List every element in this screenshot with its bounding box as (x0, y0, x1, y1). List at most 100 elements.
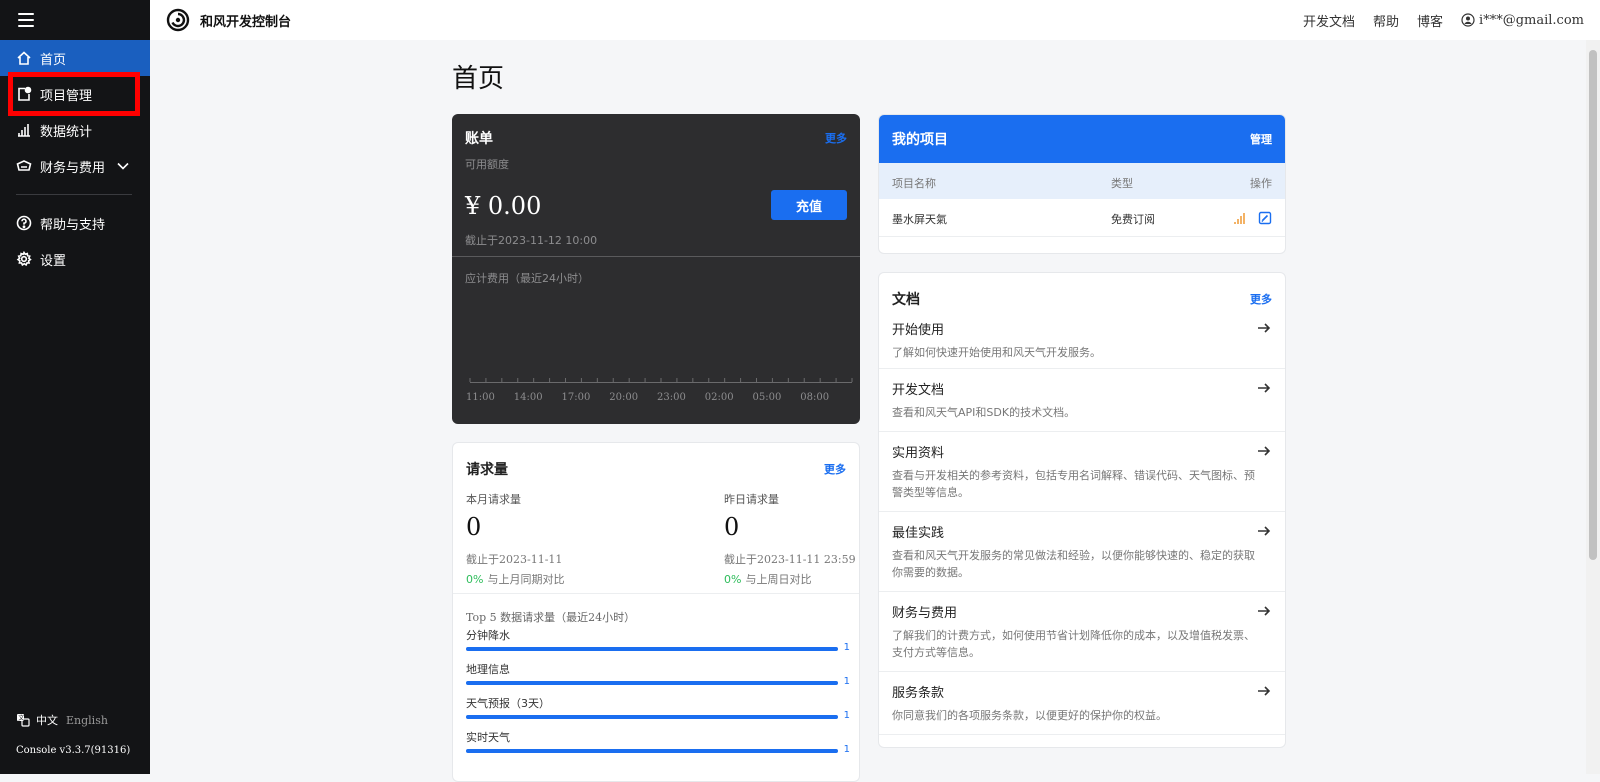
brand-name: 和风开发控制台 (200, 14, 292, 30)
home-icon (16, 50, 32, 66)
top5-bar-fill (466, 749, 838, 753)
col-project-name: 项目名称 (892, 177, 936, 190)
yday-requests-value: 0 (724, 513, 740, 541)
topbar: 和风开发控制台 开发文档 帮助 博客 i***@gmail.com (150, 0, 1600, 40)
top5-bar-fill (466, 715, 838, 719)
chart-icon (16, 122, 32, 138)
doc-desc: 了解我们的计费方式，如何使用节省计划降低你的成本，以及增值税发票、支付方式等信息… (892, 629, 1255, 659)
console-version: Console v3.3.7(91316) (16, 745, 131, 756)
requests-more-link[interactable]: 更多 (824, 461, 846, 477)
arrow-right-icon (1257, 604, 1271, 618)
doc-item-finance[interactable]: 财务与费用 了解我们的计费方式，如何使用节省计划降低你的成本，以及增值税发票、支… (879, 592, 1285, 672)
month-requests-as-of: 截止于2023-11-11 (466, 553, 563, 566)
top5-bar-track (466, 681, 838, 685)
col-action: 操作 (1250, 177, 1272, 190)
fee-chart-time-label: 23:00 (657, 392, 686, 403)
edit-icon[interactable] (1258, 211, 1272, 225)
project-name: 墨水屏天氣 (892, 213, 947, 226)
top5-row: 地理信息 1 (466, 661, 850, 687)
arrow-right-icon (1257, 684, 1271, 698)
docs-card: 文档 更多 开始使用 了解如何快速开始使用和风天气开发服务。 开发文档 查看和风… (878, 272, 1286, 748)
yday-pct: 0% (724, 573, 742, 586)
doc-desc: 查看和风天气开发服务的常见做法和经验，以便你能够快速的、稳定的获取你需要的数据。 (892, 549, 1255, 579)
page-title: 首页 (452, 64, 505, 94)
requests-divider (453, 593, 859, 594)
fee-chart-ticks (469, 378, 853, 382)
sidebar-item-finance[interactable]: 财务与费用 (0, 148, 150, 184)
sidebar-item-label: 财务与费用 (40, 160, 106, 176)
sidebar-divider (16, 194, 132, 195)
top5-name: 地理信息 (466, 663, 510, 676)
brand[interactable]: 和风开发控制台 (166, 8, 291, 32)
projects-manage-link[interactable]: 管理 (1250, 131, 1272, 147)
top-link-help[interactable]: 帮助 (1373, 11, 1399, 30)
top5-name: 分钟降水 (466, 629, 510, 642)
user-avatar-icon (1461, 13, 1475, 27)
sidebar-item-projects[interactable]: 项目管理 (0, 76, 150, 112)
arrow-right-icon (1257, 524, 1271, 538)
top-links: 开发文档 帮助 博客 i***@gmail.com (1303, 0, 1584, 40)
month-requests-compare: 0% 与上月同期对比 (466, 571, 564, 587)
doc-desc: 查看与开发相关的参考资料，包括专用名词解释、错误代码、天气图标、预警类型等信息。 (892, 469, 1255, 499)
top5-bar-track (466, 749, 838, 753)
arrow-right-icon (1257, 321, 1271, 335)
doc-item-best-practices[interactable]: 最佳实践 查看和风天气开发服务的常见做法和经验，以便你能够快速的、稳定的获取你需… (879, 512, 1285, 592)
bill-card: 账单 更多 可用额度 ¥ 0.00 充值 截止于2023-11-12 10:00… (452, 114, 860, 424)
top5-name: 实时天气 (466, 731, 510, 744)
docs-card-header: 文档 更多 (879, 273, 1285, 309)
fee-chart-time-label: 08:00 (800, 392, 830, 403)
project-icon (16, 86, 32, 102)
sidebar-item-home[interactable]: 首页 (0, 40, 150, 76)
doc-item-terms[interactable]: 服务条款 你同意我们的各项服务条款，以便更好的保护你的权益。 (879, 672, 1285, 735)
lang-en-option[interactable]: English (66, 714, 108, 727)
yday-requests-label: 昨日请求量 (724, 493, 779, 506)
top5-value: 1 (843, 642, 850, 653)
yday-requests-compare: 0% 与上周日对比 (724, 571, 811, 587)
top5-row: 天气预报（3天） 1 (466, 695, 850, 721)
menu-toggle-icon[interactable] (18, 13, 34, 27)
sidebar-header (0, 0, 150, 40)
sidebar-item-settings[interactable]: 设置 (0, 241, 150, 277)
doc-desc: 你同意我们的各项服务条款，以便更好的保护你的权益。 (892, 709, 1167, 722)
table-row[interactable]: 墨水屏天氣 免费订阅 (879, 199, 1285, 237)
sidebar-item-help[interactable]: 帮助与支持 (0, 205, 150, 241)
top5-name: 天气预报（3天） (466, 697, 550, 710)
fee-chart-time-label: 17:00 (561, 392, 591, 403)
sidebar-item-label: 数据统计 (40, 124, 93, 140)
doc-item-getting-started[interactable]: 开始使用 了解如何快速开始使用和风天气开发服务。 (879, 309, 1285, 369)
fee-chart-time-label: 14:00 (513, 392, 543, 403)
user-email: i***@gmail.com (1479, 12, 1584, 28)
sidebar-item-label: 帮助与支持 (40, 217, 106, 233)
doc-title: 实用资料 (892, 446, 945, 461)
chevron-down-icon (116, 159, 130, 173)
doc-item-resources[interactable]: 实用资料 查看与开发相关的参考资料，包括专用名词解释、错误代码、天气图标、预警类… (879, 432, 1285, 512)
docs-more-link[interactable]: 更多 (1250, 291, 1272, 307)
fee-chart-time-label: 02:00 (704, 392, 734, 403)
yday-cmp-text: 与上周日对比 (745, 573, 812, 586)
top5-bar-track (466, 715, 838, 719)
projects-title: 我的项目 (892, 132, 948, 148)
lang-zh-option[interactable]: 中文 (36, 712, 58, 728)
language-switcher[interactable]: 文 中文 English (16, 712, 108, 728)
doc-desc: 查看和风天气API和SDK的技术文档。 (892, 406, 1076, 419)
sidebar-item-statistics[interactable]: 数据统计 (0, 112, 150, 148)
top5-row: 实时天气 1 (466, 729, 850, 755)
top-link-docs[interactable]: 开发文档 (1303, 11, 1355, 30)
doc-title: 最佳实践 (892, 526, 945, 541)
top5-bar-fill (466, 681, 838, 685)
gear-icon (16, 251, 32, 267)
scrollbar-thumb[interactable] (1589, 50, 1597, 560)
doc-item-dev-docs[interactable]: 开发文档 查看和风天气API和SDK的技术文档。 (879, 369, 1285, 432)
stats-bar-icon[interactable] (1233, 211, 1247, 225)
translate-icon: 文 (17, 714, 30, 727)
fee-chart-time-label: 20:00 (609, 392, 639, 403)
project-type: 免费订阅 (1111, 213, 1155, 226)
help-icon (16, 215, 32, 231)
top-link-blog[interactable]: 博客 (1417, 11, 1443, 30)
requests-card-header: 请求量 更多 (453, 443, 859, 479)
page-scrollbar[interactable] (1586, 40, 1600, 774)
brand-logo-icon (166, 8, 190, 32)
user-menu[interactable]: i***@gmail.com (1461, 13, 1584, 28)
projects-card: 我的项目 管理 项目名称 类型 操作 墨水屏天氣 免费订阅 (878, 114, 1286, 254)
sidebar-item-label: 首页 (40, 52, 67, 68)
